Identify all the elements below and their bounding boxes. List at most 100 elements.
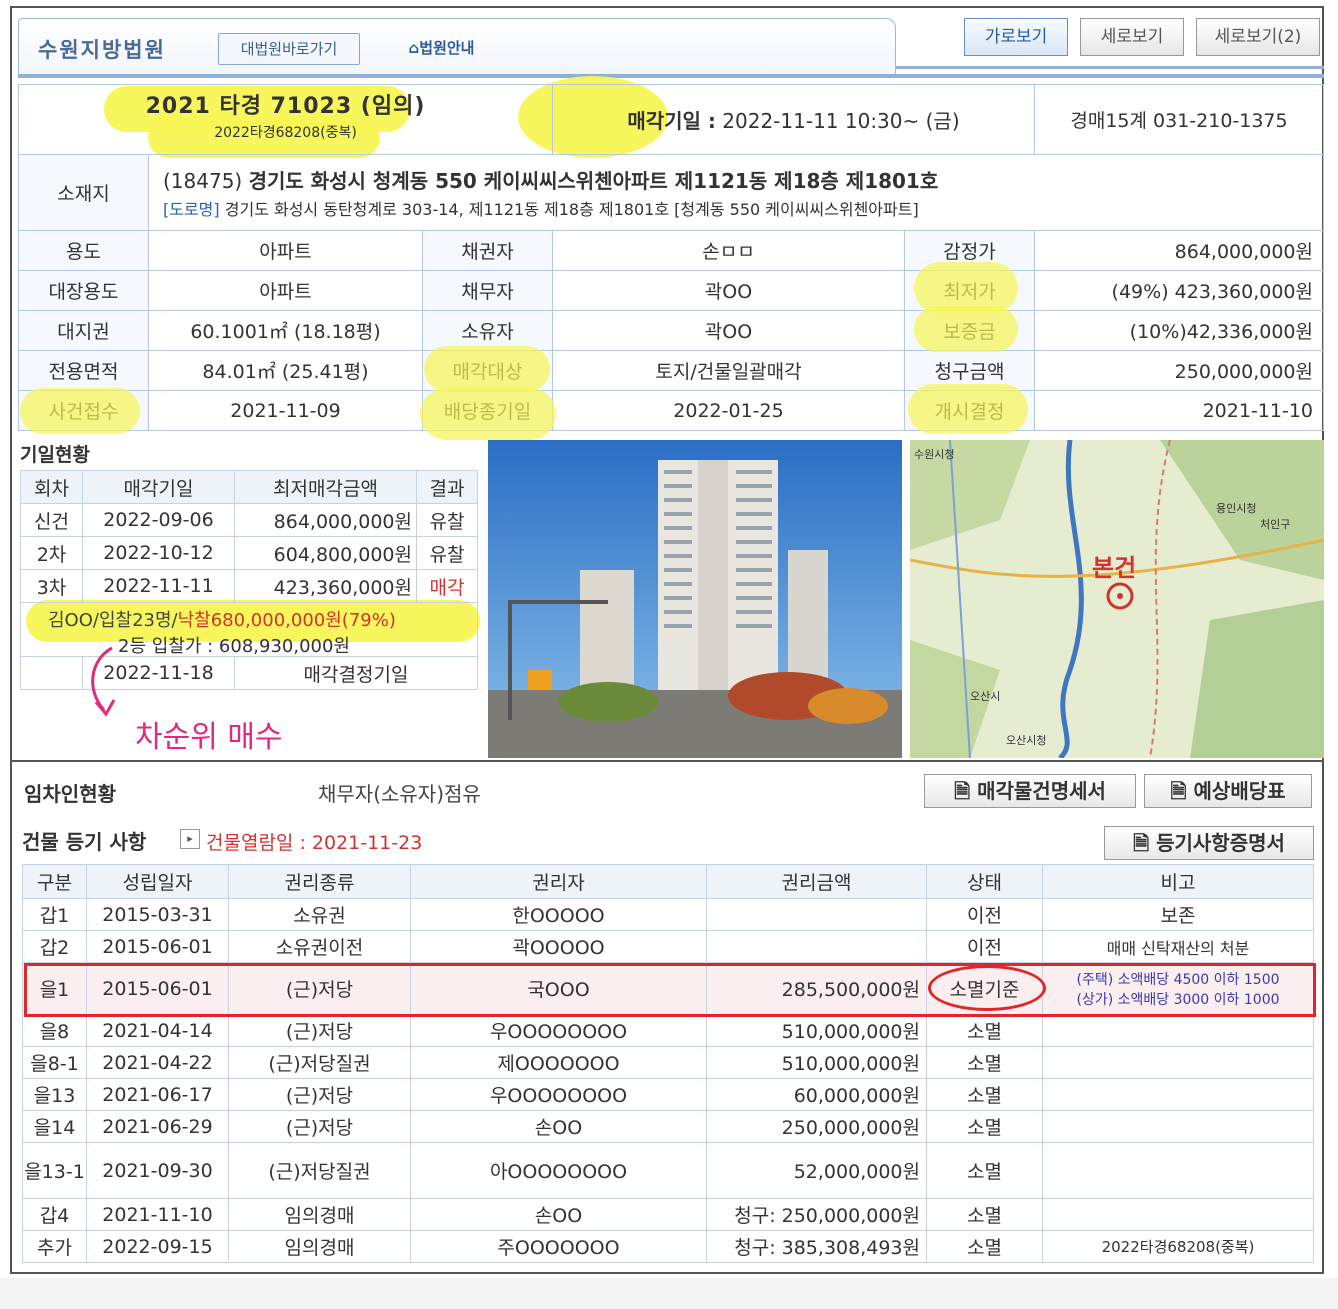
highlight-dividend-deadline [420,388,556,440]
sale-doc-button[interactable]: 🗎 매각물건명세서 [924,774,1136,808]
registry-status: 소멸 [926,1142,1043,1199]
case-field-value: 아파트 [148,230,423,271]
court-help-button[interactable]: ⌂법원안내 [384,33,499,65]
case-field-value: 864,000,000원 [1034,230,1324,271]
expand-arrow-icon[interactable]: ▸ [180,829,200,849]
registry-holder: 한OOOOO [410,898,707,931]
bid-winner: 낙찰680,000,000원(79%) [177,610,396,631]
view-vertical-button[interactable]: 세로보기 [1080,18,1184,56]
registry-cert-button[interactable]: 🗎 등기사항증명서 [1104,826,1314,860]
case-field-label: 전용면적 [18,350,149,391]
schedule-header-result: 결과 [416,470,478,504]
baseline-status-oval [928,965,1046,1011]
header-rule [18,74,1324,78]
home-icon: ⌂ [408,39,420,57]
case-field-value: 250,000,000원 [1034,350,1324,391]
registry-right: (근)저당질권 [228,1142,411,1199]
case-field-value: 손ㅁㅁ [552,230,905,271]
registry-type: 갑1 [22,898,87,931]
bid-info: 김OO/입찰23명/낙찰680,000,000원(79%) [48,606,396,632]
schedule-rows: 신건 2022-09-06 864,000,000원 유찰 2차 2022-10-12 60… [20,503,478,603]
registry-note [1042,1198,1314,1231]
registry-type[interactable]: 추가 [22,1230,87,1263]
case-field-label: 대지권 [18,310,149,351]
registry-row: 갑4 2021-11-10 임의경매 손OO 청구: 250,000,000원 소멸 [22,1198,1314,1231]
registry-holder: 우OOOOOOOO [410,1078,707,1111]
map-label-suwon: 수원시청 [914,448,955,461]
registry-date: 2021-04-14 [86,1014,229,1047]
schedule-result: 유찰 [416,536,478,570]
schedule-round: 3차 [20,569,83,603]
registry-right: (근)저당 [228,1110,411,1143]
apartment-photo-icon [488,440,902,758]
location-map[interactable]: 본건 수원시청 용인시청 오산시 오산시청 처인구 [910,440,1324,758]
case-field-value: (49%) 423,360,000원 [1034,270,1324,311]
registry-type: 을8-1 [22,1046,87,1079]
registry-right: (근)저당질권 [228,1046,411,1079]
registry-amount: 250,000,000원 [706,1110,927,1143]
registry-cert-label: 등기사항증명서 [1156,831,1285,855]
address: 경기도 화성시 청계동 550 케이씨씨스위첸아파트 제1121동 제18층 제… [248,169,939,193]
registry-right: 소유권 [228,898,411,931]
schedule-header-price: 최저매각금액 [234,470,417,504]
registry-amount [706,898,927,931]
registry-right: 임의경매 [228,1198,411,1231]
registry-right: 소유권이전 [228,930,411,963]
registry-header-date: 성립일자 [86,864,229,899]
case-number-cell: 2021 타경 71023 (임의) 2022타경68208(중복) [18,84,553,155]
registry-note [1042,1014,1314,1047]
supreme-court-button[interactable]: 대법원바로가기 [218,33,360,65]
schedule-round: 신건 [20,503,83,537]
registry-row: 을13-1 2021-09-30 (근)저당질권 아OOOOOOOO 52,000,00… [22,1142,1314,1199]
sale-date-label: 매각기일 : [627,109,716,133]
case-rows: 용도아파트채권자손ㅁㅁ감정가864,000,000원대장용도아파트채무자곽OO최… [18,230,1324,431]
registry-amount [706,930,927,963]
decision-label: 매각결정기일 [234,656,478,690]
case-field-value: 토지/건물일괄매각 [552,350,905,391]
registry-type: 갑4 [22,1198,87,1231]
schedule-row: 3차 2022-11-11 423,360,000원 매각 [20,569,478,603]
dividend-label: 예상배당표 [1193,779,1286,803]
case-row: 사건접수2021-11-09배당종기일2022-01-25개시결정2021-11… [18,390,1324,431]
registry-holder: 손OO [410,1198,707,1231]
dividend-button[interactable]: 🗎 예상배당표 [1144,774,1312,808]
document-icon: 🗎 [954,779,978,803]
registry-status: 소멸 [926,1014,1043,1047]
map-label-yongin: 용인시청 [1216,502,1257,515]
registry-status: 이전 [926,898,1043,931]
registry-row: 을13 2021-06-17 (근)저당 우OOOOOOOO 60,000,000원 소멸 [22,1078,1314,1111]
registry-right: 임의경매 [228,1230,411,1263]
registry-table: 구분 성립일자 권리종류 권리자 권리금액 상태 비고 갑1 2015-03-31… [22,864,1314,1263]
case-field-value: 곽OO [552,310,905,351]
highlight-sale-target [424,346,550,392]
registry-title: 건물 등기 사항 [22,830,147,854]
case-table: 2021 타경 71023 (임의) 2022타경68208(중복) 매각기일 … [18,84,1324,431]
case-field-label: 소유자 [422,310,553,351]
second-bid: 2등 입찰가 : 608,930,000원 [118,636,350,657]
baseline-right-box [24,963,1316,1017]
sale-doc-label: 매각물건명세서 [977,779,1106,803]
case-row: 전용면적84.01㎡ (25.41평)매각대상토지/건물일괄매각청구금액250,… [18,350,1324,391]
case-row: 용도 아파트 채권자 손ㅁㅁ 감정가 864,000,000원 [18,230,1324,271]
header-rule-right [896,66,1324,69]
registry-type: 을13 [22,1078,87,1111]
registry-amount: 510,000,000원 [706,1014,927,1047]
schedule-header-date: 매각기일 [82,470,235,504]
decision-blank [20,656,83,690]
view-horizontal-button[interactable]: 가로보기 [964,18,1068,56]
document-icon: 🗎 [1170,779,1194,803]
registry-date: 2015-06-01 [86,930,229,963]
registry-header-type: 구분 [22,864,87,899]
schedule-row: 신건 2022-09-06 864,000,000원 유찰 [20,503,478,537]
registry-date: 2021-06-17 [86,1078,229,1111]
registry-note [1042,1142,1314,1199]
registry-note[interactable]: 2022타경68208(중복) [1042,1230,1314,1263]
registry-note [1042,1110,1314,1143]
view-vertical2-button[interactable]: 세로보기(2) [1196,18,1320,56]
bid-prefix: 김OO/입찰23명/ [48,610,178,631]
registry-note: 매매 신탁재산의 처분 [1042,930,1314,963]
road-address-label[interactable]: [도로명] [163,200,220,219]
schedule-round: 2차 [20,536,83,570]
registry-amount: 60,000,000원 [706,1078,927,1111]
registry-holder: 우OOOOOOOO [410,1014,707,1047]
